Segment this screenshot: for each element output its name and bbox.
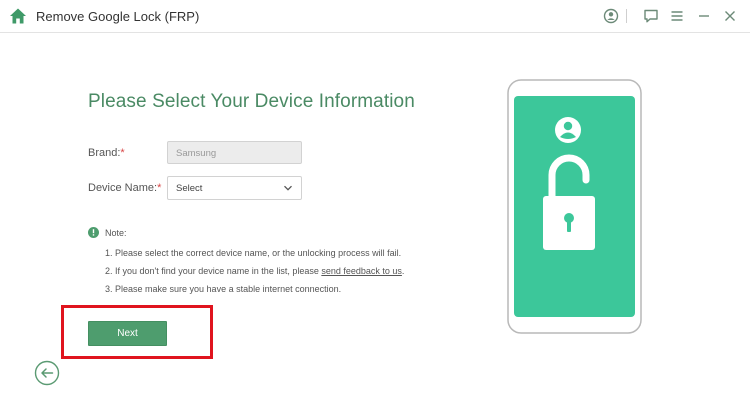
menu-icon[interactable]	[669, 8, 685, 24]
window-title: Remove Google Lock (FRP)	[36, 9, 200, 24]
note-line-2-suffix: .	[401, 266, 405, 276]
app-window: Remove Google Lock (FRP) Please Select Y…	[0, 0, 750, 400]
brand-label: Brand:*	[88, 147, 125, 159]
title-bar-separator	[626, 9, 627, 23]
user-account-icon[interactable]	[603, 8, 619, 24]
device-name-select[interactable]: Select	[167, 176, 302, 200]
brand-field: Samsung	[167, 141, 302, 164]
send-feedback-link[interactable]: send feedback to us	[321, 266, 402, 276]
device-name-label-text: Device Name:	[88, 182, 158, 194]
required-mark: *	[157, 182, 162, 194]
back-arrow-icon[interactable]	[34, 360, 60, 386]
note-line-2: 2. If you don't find your device name in…	[105, 266, 404, 276]
title-bar: Remove Google Lock (FRP)	[0, 0, 750, 32]
brand-label-text: Brand:	[88, 147, 121, 159]
info-icon	[88, 227, 99, 238]
required-mark: *	[120, 147, 125, 159]
phone-illustration	[507, 79, 642, 334]
close-icon[interactable]	[722, 8, 738, 24]
minimize-icon[interactable]	[696, 8, 712, 24]
page-title: Please Select Your Device Information	[88, 91, 415, 112]
home-icon[interactable]	[9, 7, 27, 25]
title-bar-divider	[0, 32, 750, 33]
note-title: Note:	[105, 228, 127, 238]
chevron-down-icon	[284, 185, 292, 191]
next-button[interactable]: Next	[88, 321, 167, 346]
note-line-2-prefix: 2. If you don't find your device name in…	[105, 266, 322, 276]
note-line-1: 1. Please select the correct device name…	[105, 248, 402, 258]
feedback-icon[interactable]	[643, 8, 659, 24]
note-line-3: 3. Please make sure you have a stable in…	[105, 284, 342, 294]
device-name-select-value: Select	[176, 183, 203, 194]
device-name-label: Device Name:*	[88, 182, 161, 194]
